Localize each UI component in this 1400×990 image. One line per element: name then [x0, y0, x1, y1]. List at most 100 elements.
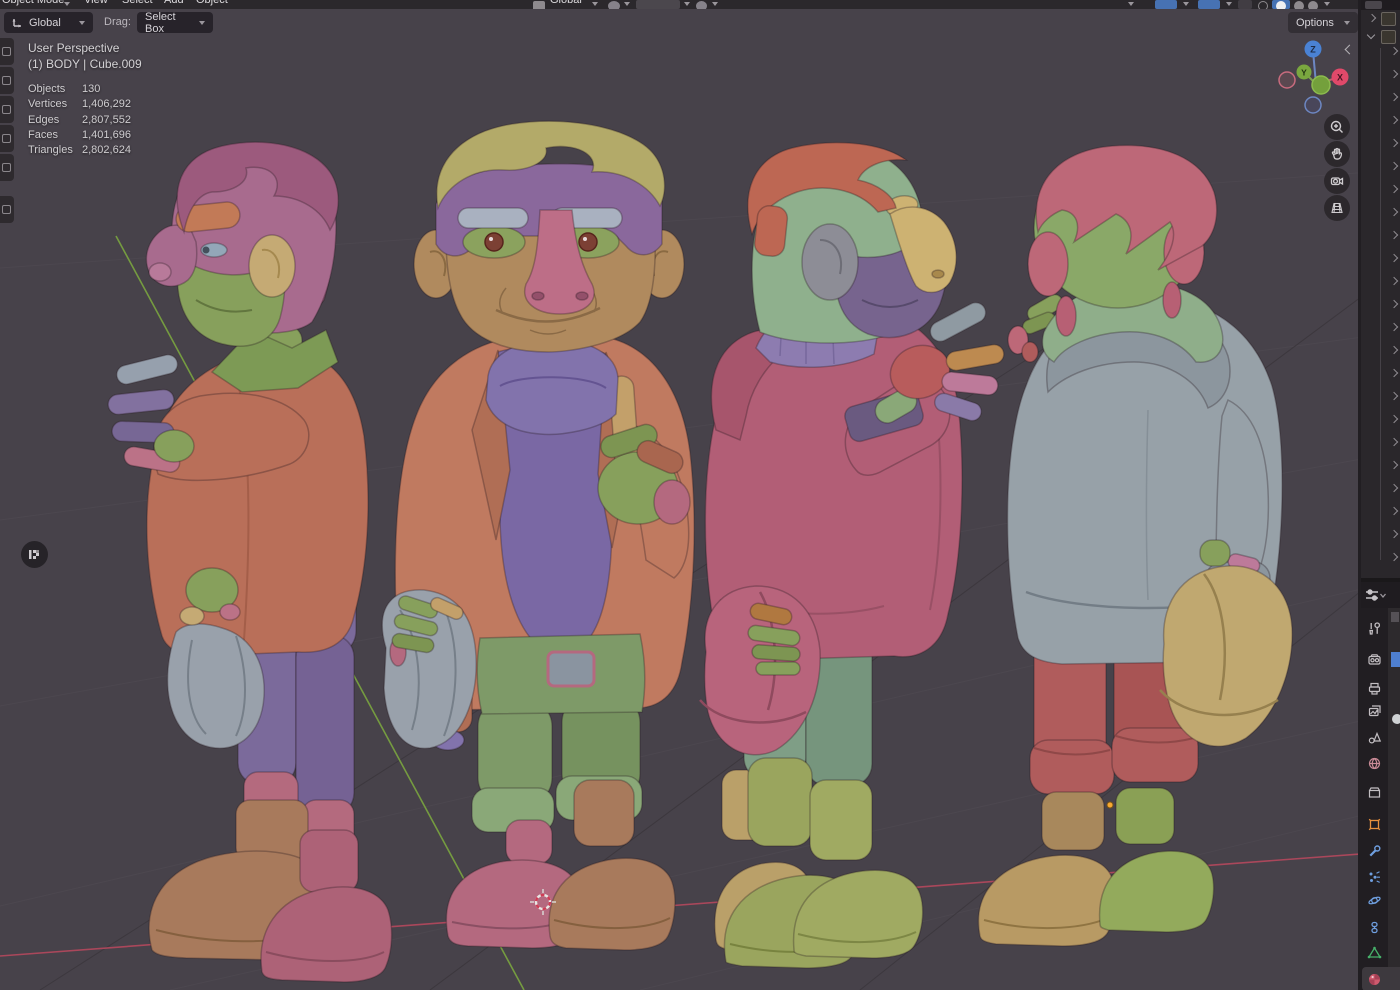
outliner-editor-icon[interactable] — [1365, 1, 1382, 9]
tool-transform-button[interactable] — [0, 154, 14, 181]
gizmo-x-label: X — [1337, 73, 1343, 83]
outliner-row-chevron[interactable] — [1389, 69, 1399, 79]
tool-annotate-button[interactable] — [0, 196, 14, 223]
pan-button[interactable] — [1324, 141, 1350, 167]
tab-modifiers[interactable] — [1362, 839, 1387, 863]
tab-material-active[interactable] — [1362, 967, 1400, 990]
tab-constraints[interactable] — [1362, 915, 1387, 939]
viewport-3d[interactable] — [0, 0, 1400, 990]
editor-divider[interactable] — [1361, 578, 1400, 582]
tab-collection[interactable] — [1362, 780, 1387, 804]
outliner-row-chevron[interactable] — [1389, 92, 1399, 102]
outliner-row-chevron[interactable] — [1389, 299, 1399, 309]
tab-view-layer[interactable] — [1362, 698, 1387, 722]
tab-tool[interactable] — [1362, 616, 1387, 640]
stat-triangles: Triangles 2,802,624 — [28, 144, 131, 157]
gizmo-neg-y-ball[interactable] — [1311, 75, 1331, 95]
outliner-row-chevron[interactable] — [1389, 483, 1399, 493]
transform-orientation-dropdown[interactable]: Global — [4, 12, 93, 33]
properties-editor-icon[interactable] — [1364, 587, 1386, 603]
blender-window: Object Mode View Select Add Object Globa… — [0, 0, 1400, 990]
outliner-row-chevron[interactable] — [1389, 437, 1399, 447]
outliner-row-chevron[interactable] — [1389, 506, 1399, 516]
header-orientation[interactable]: Global — [550, 0, 582, 6]
xray-toggle[interactable] — [1238, 0, 1252, 9]
outliner-row-chevron[interactable] — [1389, 322, 1399, 332]
outliner-row-chevron[interactable] — [1389, 345, 1399, 355]
outliner-row-chevron[interactable] — [1389, 460, 1399, 470]
character-model-4[interactable] — [977, 144, 1293, 947]
outliner-row-chevron[interactable] — [1389, 368, 1399, 378]
tool-cursor-button[interactable] — [0, 67, 14, 94]
active-object-label: (1) BODY | Cube.009 — [28, 57, 142, 71]
shading-material-button[interactable] — [1294, 1, 1304, 9]
outliner-row-chevron[interactable] — [1389, 230, 1399, 240]
outliner-row-chevron[interactable] — [1389, 529, 1399, 539]
mode-selector[interactable]: Object Mode — [2, 0, 64, 6]
grid-icon — [1331, 202, 1343, 214]
tab-output[interactable] — [1362, 676, 1387, 700]
stat-objects: Objects 130 — [28, 83, 101, 95]
tab-particles[interactable] — [1362, 865, 1387, 889]
stat-vertices: Vertices 1,406,292 — [28, 98, 131, 111]
menu-view[interactable]: View — [84, 0, 108, 6]
tab-object[interactable] — [1362, 812, 1387, 836]
select-mode-value: Select Box — [145, 10, 176, 35]
menu-add[interactable]: Add — [164, 0, 184, 6]
tool-select-button[interactable] — [0, 38, 14, 65]
mode-caret-icon — [64, 2, 70, 6]
snap-toggle-group[interactable] — [636, 0, 680, 9]
options-button[interactable]: Options — [1288, 12, 1358, 33]
show-overlays-toggle[interactable] — [1198, 0, 1220, 9]
outliner-row-chevron[interactable] — [1389, 391, 1399, 401]
gizmo-neg-z-ball[interactable] — [1304, 96, 1322, 114]
character-model-1[interactable] — [107, 141, 393, 983]
outliner-row-chevron[interactable] — [1389, 115, 1399, 125]
snap-caret-icon — [684, 2, 690, 6]
outliner-row-chevron[interactable] — [1389, 276, 1399, 286]
outliner-row-chevron[interactable] — [1389, 161, 1399, 171]
proportional-edit-icon[interactable] — [696, 1, 707, 9]
zoom-button[interactable] — [1324, 114, 1350, 140]
outliner-row-chevron[interactable] — [1389, 138, 1399, 148]
orientation-icon[interactable] — [533, 1, 545, 9]
collection-item-icon[interactable] — [1381, 30, 1396, 44]
tab-physics[interactable] — [1362, 888, 1387, 912]
outliner-row-chevron[interactable] — [1389, 253, 1399, 263]
properties-panel-sliver[interactable] — [1361, 582, 1400, 990]
outliner-row-chevron[interactable] — [1389, 207, 1399, 217]
outliner-row-chevron[interactable] — [1389, 46, 1399, 56]
collection-item-icon[interactable] — [1381, 12, 1396, 26]
tab-scene[interactable] — [1362, 725, 1387, 749]
gizmo-y-label: Y — [1301, 68, 1307, 78]
select-mode-dropdown[interactable]: Select Box — [137, 10, 213, 35]
menu-object[interactable]: Object — [196, 0, 228, 6]
gizmo-neg-x-ball[interactable] — [1278, 71, 1296, 89]
tab-world[interactable] — [1362, 751, 1387, 775]
shading-solid-button[interactable] — [1276, 1, 1286, 9]
show-gizmo-toggle[interactable] — [1155, 0, 1177, 9]
pivot-caret-icon — [624, 2, 630, 6]
outliner-row-chevron[interactable] — [1389, 552, 1399, 562]
outliner-row-chevron[interactable] — [1389, 414, 1399, 424]
texture-overlay-button[interactable] — [21, 541, 48, 568]
pivot-point-icon[interactable] — [608, 1, 620, 9]
character-model-3[interactable] — [699, 141, 1005, 969]
proportional-caret-icon — [712, 2, 718, 6]
menu-select[interactable]: Select — [122, 0, 153, 6]
tool-rotate-button[interactable] — [0, 125, 14, 152]
camera-view-button[interactable] — [1324, 168, 1350, 194]
outliner-collapse-icon[interactable] — [1367, 13, 1377, 23]
tool-move-button[interactable] — [0, 96, 14, 123]
outliner-expand-icon[interactable] — [1366, 30, 1376, 40]
outliner-header — [1361, 0, 1400, 10]
tab-object-data[interactable] — [1362, 940, 1387, 964]
options-label: Options — [1296, 16, 1334, 29]
shading-rendered-button[interactable] — [1308, 1, 1318, 9]
outliner-row-chevron[interactable] — [1389, 184, 1399, 194]
shading-wireframe-button[interactable] — [1258, 1, 1268, 9]
character-model-2[interactable] — [381, 120, 695, 951]
tab-render[interactable] — [1362, 647, 1387, 671]
orthographic-toggle-button[interactable] — [1324, 195, 1350, 221]
outliner-panel-sliver[interactable] — [1361, 0, 1400, 578]
